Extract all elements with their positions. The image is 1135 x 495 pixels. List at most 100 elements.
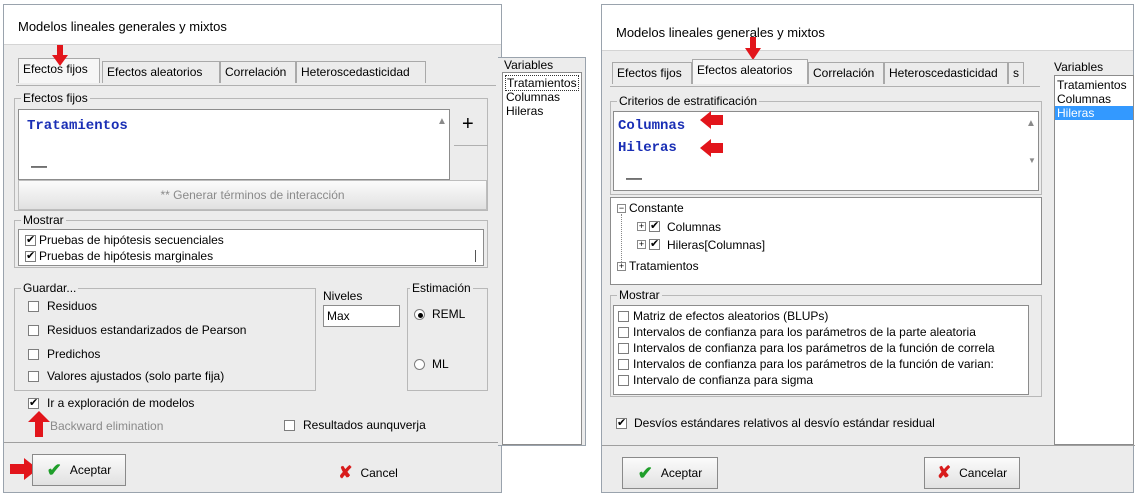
checkbox-ic-varianza[interactable] — [618, 359, 629, 370]
expand-icon-columnas[interactable]: + — [637, 222, 646, 231]
tab-heteroscedasticidad[interactable]: Heteroscedasticidad — [296, 61, 426, 83]
aceptar-label-r: Aceptar — [660, 466, 703, 480]
mostrar-list-r: Matriz de efectos aleatorios (BLUPs) Int… — [613, 305, 1029, 395]
left-variables-group: Variables Tratamientos Columnas Hileras — [498, 57, 586, 446]
checkbox-ic-correlacion[interactable] — [618, 343, 629, 354]
checkbox-residuos-pearson[interactable] — [28, 325, 39, 336]
label-marginales: Pruebas de hipótesis marginales — [39, 249, 214, 263]
tab-heteroscedasticidad-r[interactable]: Heteroscedasticidad — [884, 62, 1008, 84]
tree-hileras[interactable]: Hileras[Columnas] — [667, 238, 765, 252]
right-dialog: Modelos lineales generales y mixtos Efec… — [601, 4, 1135, 493]
term-tratamientos[interactable]: Tratamientos — [27, 118, 128, 134]
checkbox-hileras[interactable] — [649, 237, 660, 250]
checkbox-residuos[interactable] — [28, 301, 39, 312]
add-term-button[interactable]: + — [462, 113, 474, 136]
estimacion-label: Estimación — [410, 281, 473, 295]
label-backward-elimination: Backward elimination — [50, 419, 164, 433]
tab-efectos-fijos-r[interactable]: Efectos fijos — [612, 62, 692, 84]
generar-interaccion-label: ** Generar términos de interacción — [160, 188, 345, 202]
mostrar-list: Pruebas de hipótesis secuenciales Prueba… — [18, 229, 484, 266]
bottom-separator-r — [602, 445, 1135, 446]
tab-s-r[interactable]: s — [1008, 62, 1024, 84]
criterios-dash: — — [626, 170, 642, 187]
mostrar-label-r: Mostrar — [617, 288, 662, 302]
tab-correlacion-r[interactable]: Correlación — [808, 62, 884, 84]
scroll-up-icon[interactable]: ▲ — [437, 116, 447, 127]
right-var-tratamientos[interactable]: Tratamientos — [1057, 78, 1127, 92]
check-icon-r: ✔ — [637, 462, 653, 483]
cancelar-button-r[interactable]: ✘ Cancelar — [924, 457, 1020, 489]
tab-efectos-aleatorios[interactable]: Efectos aleatorios — [102, 61, 220, 83]
checkbox-blups[interactable] — [618, 311, 629, 322]
tree-constante[interactable]: Constante — [629, 201, 684, 215]
checkbox-ic-sigma[interactable] — [618, 375, 629, 386]
label-ic-sigma: Intervalo de confianza para sigma — [633, 373, 814, 387]
aceptar-button[interactable]: ✔ Aceptar — [32, 454, 126, 486]
plus-divider — [454, 145, 488, 146]
checkbox-columnas[interactable] — [649, 219, 660, 232]
tree-tratamientos[interactable]: Tratamientos — [629, 259, 699, 273]
radio-ml[interactable] — [414, 359, 425, 370]
checkbox-ir-exploracion[interactable] — [28, 396, 39, 409]
guardar-label: Guardar... — [21, 281, 79, 295]
label-residuos-pearson: Residuos estandarizados de Pearson — [47, 323, 247, 337]
efectos-fijos-label: Efectos fijos — [21, 91, 90, 105]
x-icon: ✘ — [338, 463, 353, 482]
aceptar-button-r[interactable]: ✔ Aceptar — [622, 457, 718, 489]
right-variables-list[interactable]: Tratamientos Columnas Hileras — [1054, 75, 1134, 445]
red-arrow-left-icon-1 — [700, 111, 724, 129]
niveles-input[interactable]: Max — [323, 305, 400, 327]
right-window-title: Modelos lineales generales y mixtos — [616, 25, 825, 40]
label-resultados: Resultados aunquverja — [303, 418, 426, 432]
efectos-fijos-list[interactable]: Tratamientos — ▲ — [18, 109, 450, 180]
red-arrow-up-icon — [28, 411, 50, 437]
tree-columnas[interactable]: Columnas — [667, 220, 721, 234]
left-var-tratamientos[interactable]: Tratamientos — [505, 75, 579, 91]
checkbox-marginales[interactable] — [25, 249, 36, 262]
checkbox-resultados[interactable] — [284, 420, 295, 431]
right-var-columnas[interactable]: Columnas — [1057, 92, 1111, 106]
x-icon-r: ✘ — [936, 463, 952, 482]
label-reml: REML — [432, 307, 466, 321]
scroll-up-icon-r[interactable]: ▲ — [1026, 118, 1036, 129]
aceptar-label: Aceptar — [69, 463, 112, 477]
red-arrow-down-icon — [52, 45, 68, 67]
criterio-hileras[interactable]: Hileras — [618, 140, 677, 156]
right-var-hileras[interactable]: Hileras — [1055, 106, 1133, 120]
checkbox-valores-ajustados[interactable] — [28, 371, 39, 382]
check-icon: ✔ — [46, 459, 62, 480]
label-ic-varianza: Intervalos de confianza para los parámet… — [633, 357, 994, 371]
collapse-icon[interactable]: − — [617, 204, 626, 213]
criterio-columnas[interactable]: Columnas — [618, 118, 685, 134]
cancel-button[interactable]: ✘ Cancel — [326, 459, 410, 487]
left-window-title: Modelos lineales generales y mixtos — [18, 19, 227, 34]
tab-correlacion[interactable]: Correlación — [220, 61, 296, 83]
label-ir-exploracion: Ir a exploración de modelos — [47, 396, 195, 410]
checkbox-secuenciales[interactable] — [25, 233, 36, 246]
label-ic-aleatoria: Intervalos de confianza para los parámet… — [633, 325, 976, 339]
text-cursor — [475, 250, 476, 262]
list-dash: — — [31, 158, 47, 175]
left-var-columnas[interactable]: Columnas — [506, 90, 560, 104]
left-tab-strip: Efectos fijos Efectos aleatorios Correla… — [18, 58, 498, 85]
scroll-down-icon-r[interactable]: ▼ — [1028, 156, 1036, 165]
expand-icon-tratamientos[interactable]: + — [617, 262, 626, 271]
checkbox-desvios[interactable] — [616, 416, 627, 429]
generar-interaccion-button[interactable]: ** Generar términos de interacción — [18, 180, 487, 210]
checkbox-ic-aleatoria[interactable] — [618, 327, 629, 338]
left-title-bar: Modelos lineales generales y mixtos — [4, 5, 501, 45]
cancelar-label-r: Cancelar — [959, 466, 1008, 480]
expand-icon-hileras[interactable]: + — [637, 240, 646, 249]
tab-efectos-aleatorios-r[interactable]: Efectos aleatorios — [692, 59, 808, 84]
mostrar-label: Mostrar — [21, 213, 66, 227]
radio-reml[interactable] — [414, 309, 425, 320]
tab-baseline — [16, 85, 496, 86]
left-var-hileras[interactable]: Hileras — [506, 104, 543, 118]
niveles-value: Max — [327, 309, 350, 323]
criterios-list[interactable]: Columnas Hileras — ▲ ▼ — [613, 111, 1039, 191]
left-dialog: Modelos lineales generales y mixtos Efec… — [3, 4, 503, 493]
left-variables-list[interactable]: Tratamientos Columnas Hileras — [502, 72, 582, 445]
label-blups: Matriz de efectos aleatorios (BLUPs) — [633, 309, 829, 323]
niveles-label: Niveles — [323, 289, 363, 303]
checkbox-predichos[interactable] — [28, 349, 39, 360]
